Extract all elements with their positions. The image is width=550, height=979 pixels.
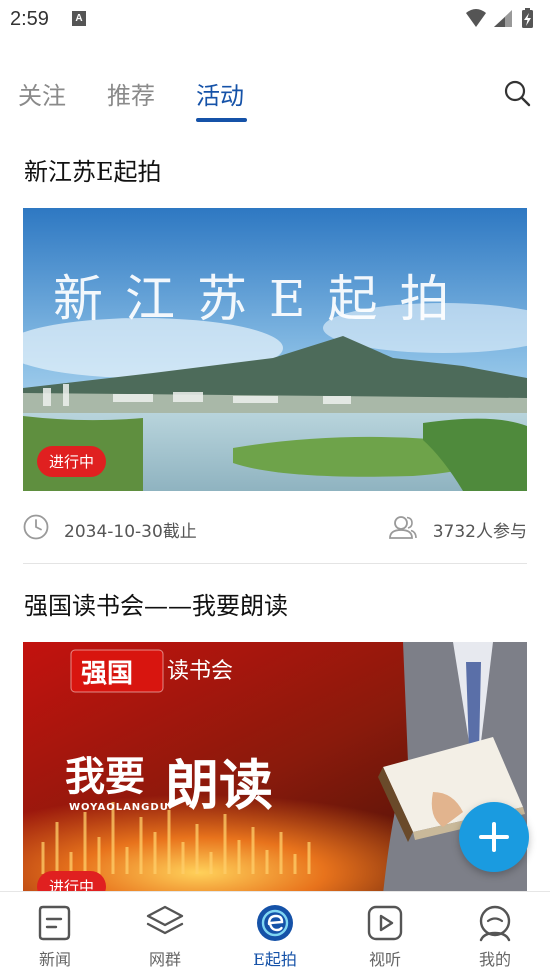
battery-icon	[522, 8, 533, 28]
divider	[23, 563, 527, 564]
nav-news[interactable]: 新闻	[15, 904, 95, 974]
nav-profile-label: 我的	[478, 950, 511, 969]
news-icon	[38, 905, 71, 941]
poster-pinyin: WOYAOLANGDU	[69, 802, 169, 813]
signal-icon	[494, 10, 512, 27]
nav-groups[interactable]: 网群	[125, 904, 205, 974]
cover-calligraphy-title: 新江苏E起拍	[53, 270, 472, 328]
activity-title[interactable]: 新江苏E起拍	[24, 152, 162, 187]
activity-cover-image[interactable]: 新江苏E起拍 进行中	[23, 208, 527, 491]
poster-brand: 强国	[81, 659, 133, 689]
nav-media[interactable]: 视听	[345, 904, 425, 974]
bottom-navigation: 新闻 网群 E起拍 视听 我的	[0, 891, 550, 979]
deadline-text: 2034-10-30截止	[64, 522, 197, 542]
tab-recommend[interactable]: 推荐	[107, 76, 155, 111]
create-post-button[interactable]	[459, 802, 529, 872]
profile-icon	[479, 905, 511, 942]
nav-e-shoot[interactable]: E起拍	[235, 904, 315, 974]
tab-follow[interactable]: 关注	[18, 76, 66, 111]
e-shoot-icon	[257, 905, 293, 941]
poster-headline-a: 我要	[65, 754, 145, 800]
nav-groups-label: 网群	[148, 950, 181, 969]
participants-icon	[389, 516, 417, 539]
wifi-icon	[466, 9, 486, 27]
top-tabs: 关注 推荐 活动	[0, 70, 550, 126]
status-time: 2:59	[10, 8, 49, 30]
play-icon	[367, 905, 403, 941]
tab-activities[interactable]: 活动	[196, 76, 244, 111]
search-icon[interactable]	[502, 78, 532, 108]
status-bar: 2:59 A	[0, 0, 550, 40]
nav-news-label: 新闻	[38, 950, 71, 969]
poster-club: 读书会	[167, 659, 233, 684]
activity-title[interactable]: 强国读书会——我要朗读	[24, 586, 288, 621]
nav-e-shoot-label: E起拍	[253, 950, 297, 969]
active-tab-indicator	[196, 118, 247, 122]
clock-icon	[23, 514, 49, 540]
notification-a-icon: A	[72, 11, 86, 26]
activity-meta: 2034-10-30截止 3732人参与	[23, 508, 527, 548]
poster-headline-b: 朗读	[165, 754, 273, 817]
status-icons	[466, 8, 533, 28]
reading-club-poster: 强国 读书会 我要 朗读 WOYAOLANGDU	[23, 642, 527, 894]
participants-count: 3732人参与	[432, 522, 527, 542]
nav-media-label: 视听	[368, 950, 401, 969]
plus-icon	[479, 822, 509, 852]
nav-profile[interactable]: 我的	[455, 904, 535, 974]
layers-icon	[146, 905, 184, 935]
status-badge: 进行中	[37, 446, 107, 477]
activity-cover-image[interactable]: 强国 读书会 我要 朗读 WOYAOLANGDU 进行中	[23, 642, 527, 894]
